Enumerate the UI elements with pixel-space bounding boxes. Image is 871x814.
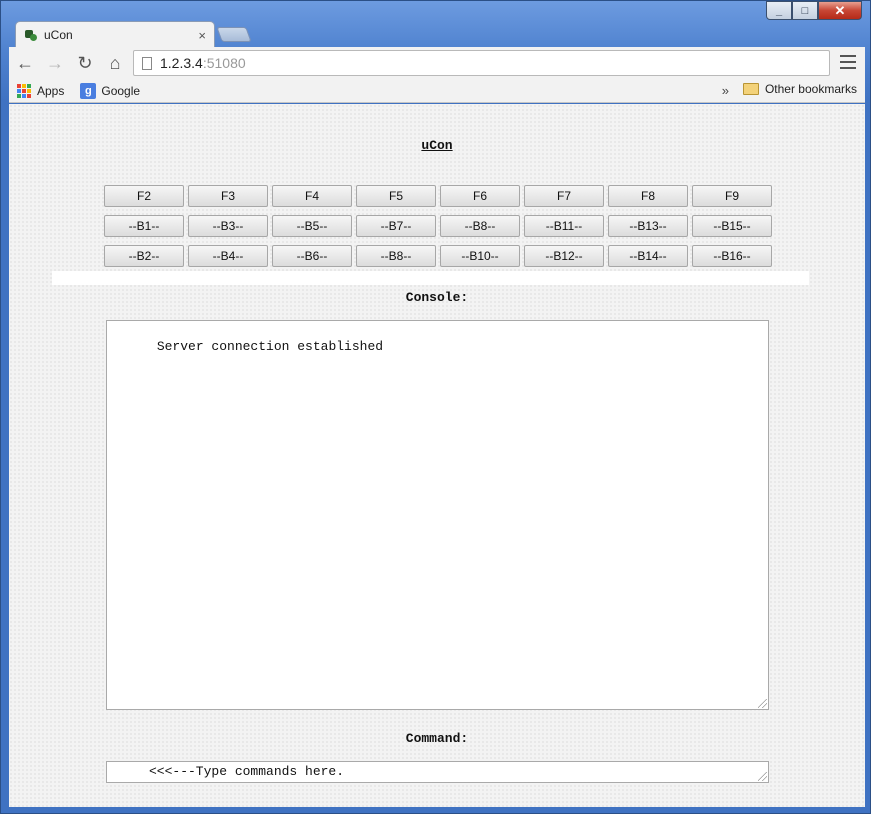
console-text: Server connection established	[156, 339, 384, 354]
console-textarea[interactable]: Server connection established	[106, 320, 769, 710]
menu-icon[interactable]	[839, 53, 857, 71]
b3-button[interactable]: --B3--	[188, 215, 268, 237]
folder-icon	[742, 83, 759, 95]
reload-icon[interactable]: ↻	[71, 49, 99, 77]
google-icon: g	[80, 82, 97, 99]
command-text: <<<---Type commands here.	[149, 764, 345, 779]
tab-strip: uCon ×	[9, 19, 869, 48]
bookmark-apps[interactable]: Apps	[17, 83, 65, 98]
f5-button[interactable]: F5	[356, 185, 436, 207]
b11-button[interactable]: --B11--	[524, 215, 604, 237]
b10-button[interactable]: --B10--	[440, 245, 520, 267]
b2-button[interactable]: --B2--	[104, 245, 184, 267]
bookmarks-overflow-chevron-icon[interactable]: »	[722, 83, 729, 98]
back-arrow-icon[interactable]: ←	[11, 49, 39, 77]
b8-button-row3[interactable]: --B8--	[356, 245, 436, 267]
b16-button[interactable]: --B16--	[692, 245, 772, 267]
address-bar[interactable]: 1.2.3.4:51080	[133, 50, 830, 76]
console-label: Console:	[405, 290, 469, 305]
tab-ucon[interactable]: uCon ×	[15, 21, 215, 48]
tab-title: uCon	[44, 28, 73, 42]
bookmark-apps-label: Apps	[37, 83, 65, 98]
page-title[interactable]: uCon	[9, 138, 865, 153]
resize-grip-icon[interactable]	[758, 699, 767, 708]
apps-grid-icon	[17, 83, 31, 98]
command-label: Command:	[405, 731, 469, 746]
b15-button[interactable]: --B15--	[692, 215, 772, 237]
command-input[interactable]: <<<---Type commands here.	[106, 761, 769, 783]
f3-button[interactable]: F3	[188, 185, 268, 207]
b6-button[interactable]: --B6--	[272, 245, 352, 267]
page-content: uCon F2 F3 F4 F5 F6 F7 F8 F9 --B1-- --B3…	[9, 104, 865, 807]
command-resize-grip-icon[interactable]	[758, 772, 767, 781]
minimize-icon[interactable]: _	[766, 1, 792, 20]
tab-close-icon[interactable]: ×	[198, 28, 206, 43]
b4-button[interactable]: --B4--	[188, 245, 268, 267]
f9-button[interactable]: F9	[692, 185, 772, 207]
new-tab-button[interactable]	[216, 27, 252, 42]
b8-button-row2[interactable]: --B8--	[440, 215, 520, 237]
window-controls: _ □ ✕	[766, 1, 862, 21]
browser-window: _ □ ✕ uCon × ← → ↻ ⌂ 1.2.3.4:51080 Apps …	[0, 0, 871, 814]
divider-bar	[52, 271, 809, 285]
page-icon	[142, 56, 152, 70]
bookmark-google-label: Google	[101, 83, 141, 98]
f8-button[interactable]: F8	[608, 185, 688, 207]
url-host: 1.2.3.4	[160, 55, 203, 71]
b1-button[interactable]: --B1--	[104, 215, 184, 237]
favicon-icon	[24, 28, 38, 42]
f6-button[interactable]: F6	[440, 185, 520, 207]
b14-button[interactable]: --B14--	[608, 245, 688, 267]
other-bookmarks-label: Other bookmarks	[764, 82, 857, 96]
b12-button[interactable]: --B12--	[524, 245, 604, 267]
bookmarks-bar: Apps g Google » Other bookmarks	[9, 79, 865, 103]
button-grid: F2 F3 F4 F5 F6 F7 F8 F9 --B1-- --B3-- --…	[104, 185, 772, 267]
bookmark-google[interactable]: g Google	[80, 82, 141, 99]
other-bookmarks[interactable]: Other bookmarks	[742, 82, 857, 96]
toolbar: ← → ↻ ⌂ 1.2.3.4:51080	[9, 47, 865, 79]
b13-button[interactable]: --B13--	[608, 215, 688, 237]
f4-button[interactable]: F4	[272, 185, 352, 207]
maximize-icon[interactable]: □	[792, 1, 818, 20]
f2-button[interactable]: F2	[104, 185, 184, 207]
forward-arrow-icon[interactable]: →	[41, 49, 69, 77]
close-window-icon[interactable]: ✕	[818, 1, 862, 20]
url-port: :51080	[202, 55, 246, 71]
b7-button[interactable]: --B7--	[356, 215, 436, 237]
b5-button[interactable]: --B5--	[272, 215, 352, 237]
home-icon[interactable]: ⌂	[101, 49, 129, 77]
f7-button[interactable]: F7	[524, 185, 604, 207]
